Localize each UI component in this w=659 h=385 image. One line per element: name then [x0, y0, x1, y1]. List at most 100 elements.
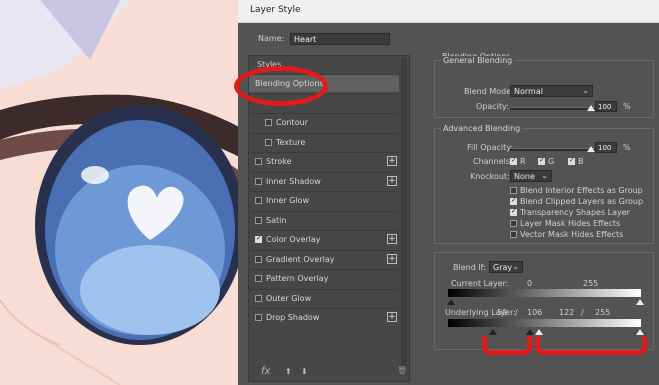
style-checkbox[interactable] — [265, 119, 272, 126]
style-item-label: Inner Shadow — [266, 176, 321, 186]
checkbox — [510, 207, 517, 216]
blend-if-select[interactable]: Gray ⌄ — [489, 261, 523, 273]
style-checkbox[interactable] — [255, 234, 262, 243]
underlying-black-thumb-right[interactable] — [526, 329, 534, 335]
style-checkbox[interactable] — [255, 294, 262, 302]
style-checkbox[interactable] — [255, 158, 262, 165]
general-blending-title: General Blending — [441, 56, 515, 65]
opacity-slider[interactable] — [510, 107, 595, 110]
current-layer-gradient[interactable] — [448, 289, 641, 297]
style-item-label: Pattern Overlay — [266, 274, 329, 283]
add-style-icon[interactable]: + — [387, 253, 397, 264]
advanced-blending-group: Advanced Blending Fill Opacity: 100 % Ch… — [434, 124, 654, 244]
underlying-white-thumb-right[interactable] — [636, 329, 644, 335]
blend-if-label: Blend If: — [453, 263, 486, 272]
checkbox — [510, 220, 517, 227]
add-style-icon[interactable]: + — [387, 156, 397, 166]
annotation-oval — [234, 66, 328, 106]
style-item-pattern-overlay[interactable]: Pattern Overlay — [249, 269, 399, 287]
eye-illustration — [0, 0, 245, 385]
style-checkbox[interactable] — [255, 216, 262, 224]
knockout-select[interactable]: None ⌄ — [510, 170, 552, 182]
style-item-label: Satin — [266, 215, 287, 225]
fx-icon[interactable]: fx — [261, 366, 270, 377]
move-down-icon[interactable]: ⬇ — [301, 367, 308, 376]
current-layer-low: 0 — [527, 279, 533, 288]
fill-opacity-input[interactable]: 100 — [595, 142, 617, 153]
style-checkbox[interactable] — [255, 177, 262, 185]
style-checkbox[interactable] — [265, 138, 272, 146]
style-item-label: Contour — [276, 118, 308, 127]
style-item-stroke[interactable]: Stroke + — [249, 152, 399, 170]
chevron-down-icon: ⌄ — [582, 86, 589, 95]
knockout-label: Knockout: — [470, 172, 510, 181]
dialog-title: Layer Style — [250, 5, 301, 15]
underlying-black-thumb-left[interactable] — [489, 329, 497, 335]
style-checkbox[interactable] — [255, 314, 262, 321]
move-up-icon[interactable]: ⬆ — [285, 367, 292, 376]
style-item-label: Stroke — [266, 157, 292, 166]
underlying-sep-2: / — [581, 308, 584, 317]
current-layer-high: 255 — [583, 279, 599, 288]
dialog-titlebar[interactable]: Layer Style — [238, 0, 659, 23]
name-input[interactable]: Heart — [290, 33, 390, 45]
chevron-down-icon: ⌄ — [541, 171, 548, 180]
style-checkbox[interactable] — [255, 197, 262, 204]
add-style-icon[interactable]: + — [387, 175, 397, 186]
name-row: Name: Heart — [246, 33, 650, 45]
advanced-option-label: Vector Mask Hides Effects — [520, 230, 624, 239]
underlying-sep-1: / — [515, 308, 518, 317]
current-layer-white-thumb[interactable] — [636, 299, 644, 305]
advanced-blending-title: Advanced Blending — [441, 124, 523, 133]
annotation-bracket-left — [482, 336, 532, 355]
anime-eye-artwork — [0, 0, 245, 385]
blending-options-panel: Blending Options General Blending Blend … — [432, 52, 654, 382]
style-item-label: Gradient Overlay — [266, 254, 335, 264]
underlying-val-2: 106 — [527, 308, 543, 317]
style-item-label: Inner Glow — [266, 196, 310, 205]
general-blending-group: General Blending Blend Mode: Normal ⌄ Opa… — [434, 56, 654, 118]
style-item-satin[interactable]: Satin — [249, 210, 399, 229]
style-item-color-overlay[interactable]: Color Overlay + — [249, 230, 399, 248]
underlying-val-4: 255 — [595, 308, 611, 317]
styles-toolbar: fx ⬆ ⬇ 🗑 — [257, 366, 407, 380]
style-item-inner-glow[interactable]: Inner Glow — [249, 191, 399, 209]
style-item-inner-shadow[interactable]: Inner Shadow + — [249, 171, 399, 190]
fill-opacity-slider-thumb[interactable] — [587, 146, 595, 152]
advanced-option-label: Blend Interior Effects as Group — [520, 186, 643, 195]
blend-mode-select[interactable]: Normal ⌄ — [510, 85, 593, 97]
style-item-texture[interactable]: Texture — [249, 132, 399, 151]
style-item-drop-shadow[interactable]: Drop Shadow + — [249, 308, 399, 326]
fill-opacity-slider[interactable] — [510, 148, 595, 151]
underlying-white-thumb-left[interactable] — [535, 329, 543, 335]
checkbox — [510, 196, 517, 205]
add-style-icon[interactable]: + — [387, 312, 397, 322]
advanced-option-label: Transparency Shapes Layer — [520, 208, 630, 217]
trash-icon[interactable]: 🗑 — [397, 366, 407, 375]
blend-mode-label: Blend Mode: — [464, 87, 514, 96]
advanced-option-label: Layer Mask Hides Effects — [520, 219, 621, 228]
style-item-label: Color Overlay — [266, 235, 321, 244]
checkbox — [510, 231, 517, 238]
style-item-label: Outer Glow — [266, 293, 312, 303]
style-item-gradient-overlay[interactable]: Gradient Overlay + — [249, 249, 399, 268]
style-item-contour[interactable]: Contour — [249, 113, 399, 131]
fill-opacity-label: Fill Opacity: — [467, 143, 514, 152]
underlying-val-3: 122 — [559, 308, 575, 317]
fill-opacity-percent: % — [623, 143, 631, 152]
name-label: Name: — [258, 34, 285, 43]
styles-scrollbar[interactable] — [401, 58, 407, 368]
style-item-outer-glow[interactable]: Outer Glow — [249, 288, 399, 307]
checkbox — [510, 187, 517, 194]
style-checkbox[interactable] — [255, 255, 262, 263]
add-style-icon[interactable]: + — [387, 234, 397, 244]
advanced-option-label: Blend Clipped Layers as Group — [520, 197, 644, 206]
channels-label: Channels: — [473, 157, 513, 166]
underlying-val-1: 59 — [497, 308, 508, 317]
opacity-input[interactable]: 100 — [595, 101, 617, 112]
opacity-percent: % — [623, 102, 631, 111]
style-checkbox[interactable] — [255, 275, 262, 282]
underlying-layer-gradient[interactable] — [448, 319, 641, 327]
opacity-slider-thumb[interactable] — [587, 105, 595, 111]
current-layer-black-thumb[interactable] — [447, 299, 455, 305]
